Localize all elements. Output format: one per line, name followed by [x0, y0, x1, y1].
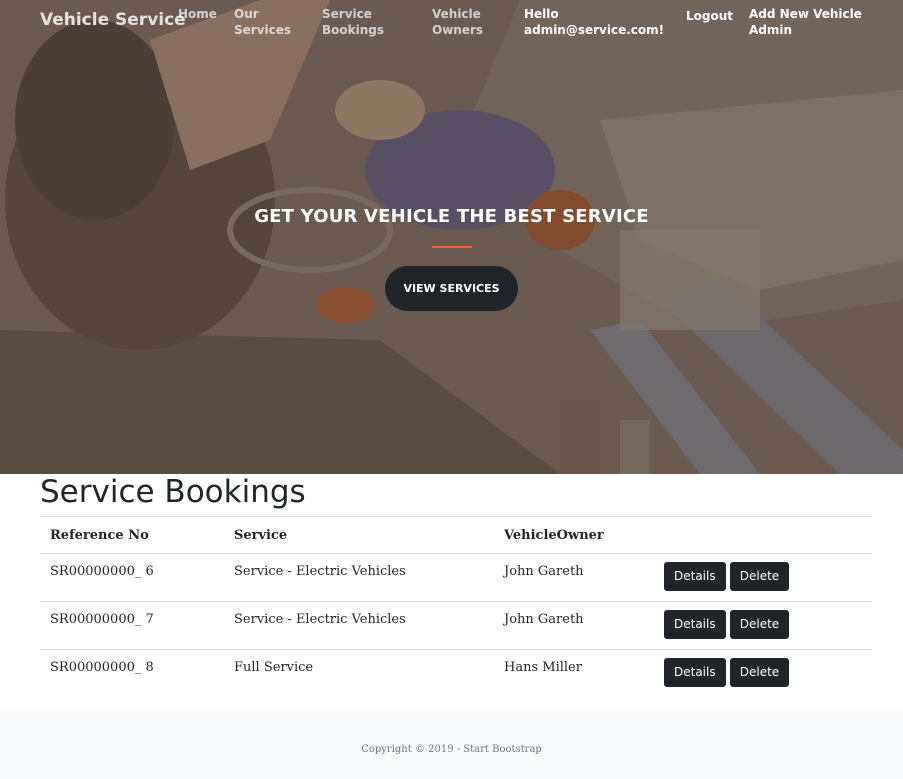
cell-reference: SR00000000_ 6 [40, 553, 224, 602]
hero-content: GET YOUR VEHICLE THE BEST SERVICE VIEW S… [0, 206, 903, 311]
details-button[interactable]: Details [664, 610, 726, 639]
cell-owner: John Gareth [494, 601, 654, 650]
brand-logo[interactable]: Vehicle Service [40, 10, 186, 30]
nav-our-services[interactable]: Our Services [234, 6, 294, 38]
table-row: SR00000000_ 8 Full Service Hans Miller D… [40, 650, 872, 698]
details-button[interactable]: Details [664, 658, 726, 687]
cell-service: Service - Electric Vehicles [224, 601, 494, 650]
nav-home[interactable]: Home [178, 6, 228, 22]
nav-add-vehicle-admin[interactable]: Add New Vehicle Admin [749, 6, 889, 38]
nav-logout[interactable]: Logout [686, 8, 736, 24]
hero-title: GET YOUR VEHICLE THE BEST SERVICE [254, 206, 649, 227]
column-header-reference: Reference No [40, 516, 224, 554]
cell-owner: John Gareth [494, 553, 654, 602]
view-services-button[interactable]: VIEW SERVICES [385, 266, 518, 311]
footer: Copyright © 2019 - Start Bootstrap [0, 709, 903, 779]
cell-actions: Details Delete [654, 553, 872, 602]
top-navbar: Vehicle Service Home Our Services Servic… [0, 0, 903, 60]
cell-service: Full Service [234, 660, 314, 675]
column-header-service: Service [224, 516, 494, 554]
details-button[interactable]: Details [664, 562, 726, 591]
cell-actions: Details Delete [654, 650, 872, 698]
cell-owner: Hans Miller [504, 660, 582, 675]
table-header-row: Reference No Service VehicleOwner [40, 516, 872, 554]
hero-divider [431, 246, 472, 248]
cell-reference: SR00000000_ 7 [40, 601, 224, 650]
cell-service: Service - Electric Vehicles [224, 553, 494, 602]
nav-user-greeting[interactable]: Hello admin@service.com! [524, 6, 674, 38]
delete-button[interactable]: Delete [729, 610, 790, 639]
cell-reference: SR00000000_ 8 [50, 660, 154, 675]
column-header-actions [654, 516, 872, 554]
column-header-owner: VehicleOwner [494, 516, 654, 554]
nav-vehicle-owners[interactable]: Vehicle Owners [432, 6, 492, 38]
copyright-text: Copyright © 2019 - Start Bootstrap [361, 744, 542, 755]
nav-service-bookings[interactable]: Service Bookings [322, 6, 394, 38]
cell-actions: Details Delete [654, 601, 872, 650]
table-row: SR00000000_ 6 Service - Electric Vehicle… [40, 553, 872, 602]
delete-button[interactable]: Delete [729, 562, 790, 591]
delete-button[interactable]: Delete [729, 658, 790, 687]
page-title: Service Bookings [40, 474, 306, 510]
bookings-table: Reference No Service VehicleOwner SR0000… [40, 516, 872, 698]
table-row: SR00000000_ 7 Service - Electric Vehicle… [40, 601, 872, 650]
